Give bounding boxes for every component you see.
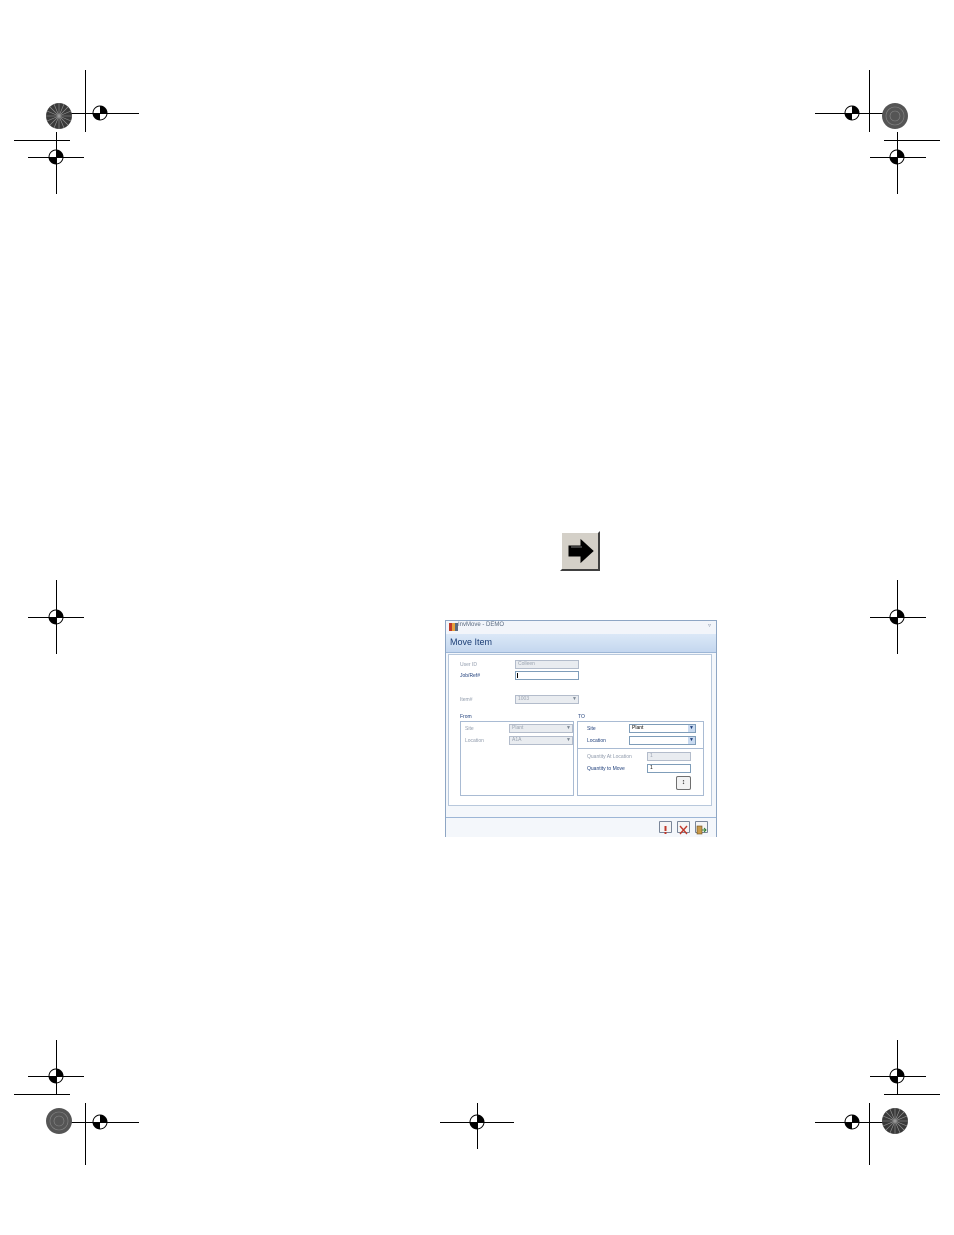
x-icon (679, 825, 688, 835)
form-body: User ID Colleen Job/Ref# Item# 1003 ▼ Fr… (448, 654, 712, 806)
cancel-button[interactable] (677, 821, 690, 835)
item-label: Item# (460, 697, 473, 703)
to-group: Site Plant ▼ Location ▼ Quantity At Loca… (577, 721, 704, 796)
to-site-label: Site (587, 726, 596, 732)
form-title: Move Item (450, 637, 493, 647)
from-site-select: Plant ▼ (509, 724, 573, 733)
bottom-toolbar (446, 817, 716, 837)
qty-to-move-value: 1 (650, 765, 653, 771)
crosshair-target-icon (889, 1068, 905, 1084)
user-id-value: Colleen (518, 661, 535, 667)
from-section-label: From (460, 714, 472, 720)
inv-move-window: InvMove - DEMO ▿ Move Item User ID Colle… (445, 620, 717, 837)
qty-at-location-label: Quantity At Location (587, 754, 632, 760)
user-id-field: Colleen (515, 660, 579, 669)
move-arrows-icon: ↕ (681, 779, 686, 786)
from-group: Site Plant ▼ Location A1A ▼ (460, 721, 574, 796)
crosshair-target-icon (48, 149, 64, 165)
to-location-select[interactable]: ▼ (629, 736, 696, 745)
window-menu-icon[interactable]: ▿ (708, 622, 711, 629)
to-section-label: TO (578, 714, 585, 720)
window-titlebar: InvMove - DEMO ▿ (446, 621, 716, 634)
crosshair-target-icon (48, 1068, 64, 1084)
exit-door-icon (696, 825, 707, 835)
to-location-label: Location (587, 738, 606, 744)
qty-to-move-input[interactable]: 1 (647, 764, 691, 773)
crosshair-target-icon (844, 1114, 860, 1130)
to-site-select[interactable]: Plant ▼ (629, 724, 696, 733)
exit-button[interactable] (695, 821, 708, 835)
item-select: 1003 ▼ (515, 695, 579, 704)
chevron-down-icon: ▼ (688, 725, 695, 732)
crosshair-target-icon (92, 105, 108, 121)
save-button[interactable] (659, 821, 672, 834)
item-value: 1003 (518, 696, 530, 702)
crosshair-target-icon (844, 105, 860, 121)
text-cursor (517, 673, 518, 678)
chevron-down-icon: ▼ (688, 737, 695, 744)
to-site-value: Plant (632, 725, 644, 731)
crosshair-target-icon (92, 1114, 108, 1130)
chevron-down-icon: ▼ (572, 696, 577, 702)
next-arrow-button[interactable] (560, 531, 600, 571)
from-location-label: Location (465, 738, 484, 744)
qty-at-location-value: 1 (650, 753, 653, 759)
form-header: Move Item (446, 634, 716, 653)
crosshair-target-icon (889, 609, 905, 625)
exclamation-icon (664, 826, 667, 834)
user-id-label: User ID (460, 662, 477, 668)
divider (578, 748, 703, 749)
starburst-mark-icon (46, 1108, 72, 1134)
starburst-mark-icon (882, 1108, 908, 1134)
right-arrow-icon (568, 538, 594, 564)
qty-to-move-label: Quantity to Move (587, 766, 625, 772)
app-icon (449, 623, 458, 631)
job-ref-label: Job/Ref# (460, 673, 481, 679)
crosshair-target-icon (889, 149, 905, 165)
move-quantity-button[interactable]: ↕ (676, 776, 691, 790)
window-title: InvMove - DEMO (458, 622, 505, 628)
job-ref-input[interactable] (515, 671, 579, 680)
from-location-select: A1A ▼ (509, 736, 573, 745)
crosshair-target-icon (48, 609, 64, 625)
starburst-mark-icon (882, 103, 908, 129)
from-site-label: Site (465, 726, 474, 732)
qty-at-location-field: 1 (647, 752, 691, 761)
from-site-value: Plant (512, 725, 524, 731)
chevron-down-icon: ▼ (566, 737, 571, 743)
crosshair-target-icon (469, 1114, 485, 1130)
from-location-value: A1A (512, 737, 522, 743)
starburst-mark-icon (46, 103, 72, 129)
chevron-down-icon: ▼ (566, 725, 571, 731)
